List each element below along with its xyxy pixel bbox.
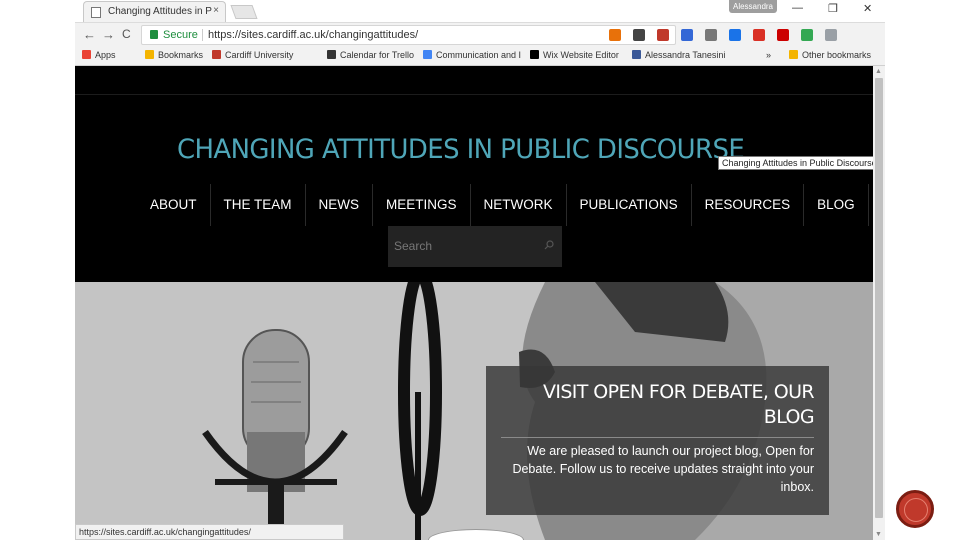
- lock-icon: [150, 30, 158, 39]
- bookmarks-overflow-icon[interactable]: »: [766, 50, 771, 60]
- extension-icon[interactable]: [633, 29, 645, 41]
- extension-icon[interactable]: [753, 29, 765, 41]
- bookmark-label: Calendar for Trello: [340, 50, 415, 60]
- site-title[interactable]: CHANGING ATTITUDES IN PUBLIC DISCOURSE: [177, 134, 745, 165]
- bookmark-item[interactable]: Apps: [82, 50, 116, 60]
- blog-card-divider: [501, 437, 814, 438]
- bookmark-item[interactable]: Cardiff University: [212, 50, 293, 60]
- nav-item-news[interactable]: NEWS: [306, 184, 374, 226]
- nav-item-meetings[interactable]: MEETINGS: [373, 184, 471, 226]
- page-scrollbar[interactable]: ▲ ▼: [873, 66, 885, 540]
- scroll-up-icon[interactable]: ▲: [875, 68, 882, 75]
- reload-icon[interactable]: C: [122, 27, 131, 41]
- bookmark-label: Wix Website Editor: [543, 50, 619, 60]
- bookmark-item[interactable]: Alessandra Tanesini: [632, 50, 725, 60]
- nav-item-blog[interactable]: BLOG: [804, 184, 869, 226]
- extension-icon[interactable]: [681, 29, 693, 41]
- tab-close-icon[interactable]: ×: [213, 5, 219, 16]
- extension-icon[interactable]: [729, 29, 741, 41]
- extension-icon[interactable]: [801, 29, 813, 41]
- extension-icon[interactable]: [705, 29, 717, 41]
- forward-icon[interactable]: →: [102, 27, 115, 42]
- nav-item-publications[interactable]: PUBLICATIONS: [567, 184, 692, 226]
- bookmark-label: Communication and I: [436, 50, 522, 60]
- bookmark-label: Bookmarks: [158, 50, 204, 60]
- restore-icon[interactable]: ❐: [828, 2, 838, 15]
- tab-strip: Changing Attitudes in Pub × Alessandra —…: [75, 0, 885, 22]
- page-favicon-icon: [91, 7, 101, 18]
- bookmark-item[interactable]: Calendar for Trello: [327, 50, 414, 60]
- nav-item-resources[interactable]: RESOURCES: [692, 184, 805, 226]
- browser-tab[interactable]: Changing Attitudes in Pub ×: [83, 1, 226, 22]
- university-seal-icon: [896, 490, 934, 528]
- main-navigation: ABOUT THE TEAM NEWS MEETINGS NETWORK PUBLICAT…: [137, 184, 869, 226]
- address-url[interactable]: https://sites.cardiff.ac.uk/changingatti…: [208, 29, 418, 41]
- bookmark-label: Cardiff University: [225, 50, 294, 60]
- bookmark-favicon-icon: [423, 50, 432, 59]
- search-icon[interactable]: [544, 240, 554, 250]
- close-window-icon[interactable]: ✕: [863, 2, 872, 15]
- bookmark-label: Alessandra Tanesini: [645, 50, 726, 60]
- hero-banner[interactable]: VISIT OPEN FOR DEBATE, OUR BLOG We are p…: [75, 282, 873, 540]
- profile-button[interactable]: Alessandra: [729, 0, 777, 13]
- minimize-icon[interactable]: —: [792, 2, 803, 14]
- bookmark-label: Apps: [95, 50, 116, 60]
- security-label: Secure: [163, 29, 198, 41]
- nav-item-about[interactable]: ABOUT: [137, 184, 211, 226]
- extension-icon[interactable]: [777, 29, 789, 41]
- extension-icon[interactable]: [825, 29, 837, 41]
- scroll-thumb[interactable]: [875, 78, 883, 518]
- browser-toolbar: ← → C Secure https://sites.cardiff.ac.uk…: [75, 22, 885, 46]
- nav-item-the-team[interactable]: THE TEAM: [211, 184, 306, 226]
- bookmark-favicon-icon: [327, 50, 336, 59]
- extension-icon[interactable]: [609, 29, 621, 41]
- folder-icon: [789, 50, 798, 59]
- blog-promo-card[interactable]: VISIT OPEN FOR DEBATE, OUR BLOG We are p…: [486, 366, 829, 515]
- bookmark-item[interactable]: Communication and I: [423, 50, 521, 60]
- address-separator: [202, 29, 203, 41]
- blog-card-text: We are pleased to launch our project blo…: [512, 444, 814, 494]
- new-tab-button[interactable]: [230, 5, 258, 19]
- title-tooltip: Changing Attitudes in Public Discourse: [718, 156, 873, 170]
- other-bookmarks[interactable]: Other bookmarks: [789, 50, 871, 60]
- bookmark-favicon-icon: [212, 50, 221, 59]
- search-box: [388, 226, 562, 267]
- search-input[interactable]: [394, 236, 534, 256]
- back-icon[interactable]: ←: [83, 27, 96, 42]
- blog-card-title[interactable]: VISIT OPEN FOR DEBATE, OUR BLOG: [514, 380, 815, 430]
- tab-title: Changing Attitudes in Pub: [108, 6, 212, 17]
- header-divider: [75, 94, 873, 95]
- bookmark-favicon-icon: [530, 50, 539, 59]
- bookmark-favicon-icon: [82, 50, 91, 59]
- status-bar-url: https://sites.cardiff.ac.uk/changingatti…: [75, 524, 344, 540]
- extension-icon[interactable]: [657, 29, 669, 41]
- nav-item-network[interactable]: NETWORK: [471, 184, 567, 226]
- other-bookmarks-label: Other bookmarks: [802, 50, 872, 60]
- bookmarks-bar: Apps Bookmarks Cardiff University Calendar …: [75, 46, 885, 66]
- bookmark-item[interactable]: Bookmarks: [145, 50, 203, 60]
- bookmark-favicon-icon: [145, 50, 154, 59]
- bookmark-item[interactable]: Wix Website Editor: [530, 50, 619, 60]
- bookmark-favicon-icon: [632, 50, 641, 59]
- web-page: CHANGING ATTITUDES IN PUBLIC DISCOURSE C…: [75, 66, 873, 540]
- address-bar[interactable]: Secure https://sites.cardiff.ac.uk/chang…: [141, 25, 676, 45]
- scroll-down-icon[interactable]: ▼: [875, 531, 882, 538]
